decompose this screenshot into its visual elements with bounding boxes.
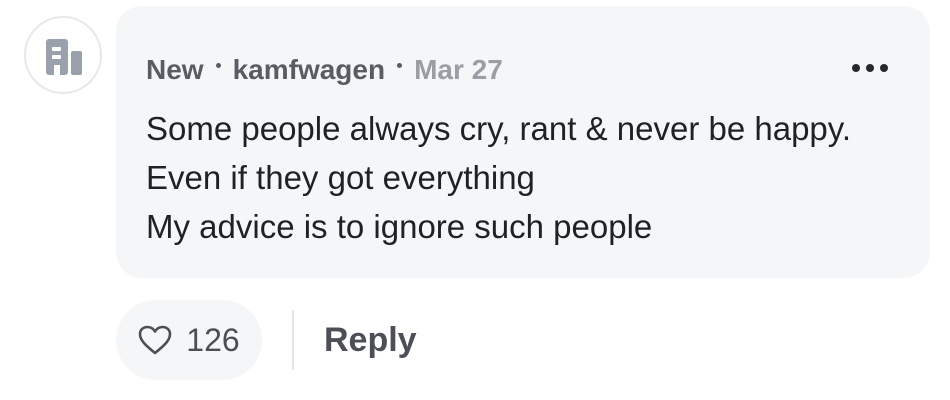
more-dot [852, 64, 860, 72]
comment-card: New kamfwagen Mar 27 Some people always … [0, 0, 950, 400]
comment-text: Some people always cry, rant & never be … [146, 104, 851, 251]
reply-button[interactable]: Reply [324, 321, 417, 360]
comment-line: My advice is to ignore such people [146, 208, 653, 245]
new-badge: New [146, 54, 204, 85]
comment-line: Even if they got everything [146, 159, 535, 196]
comment-line: Some people always cry, rant & never be … [146, 110, 851, 147]
comment-actions: 126 Reply [116, 300, 417, 380]
comment-meta: New kamfwagen Mar 27 [146, 54, 503, 86]
like-count: 126 [186, 321, 240, 358]
more-dot [866, 64, 874, 72]
avatar[interactable] [24, 16, 102, 94]
comment-date: Mar 27 [414, 54, 503, 85]
separator-dot [397, 62, 403, 68]
username-link[interactable]: kamfwagen [233, 54, 386, 86]
building-icon [46, 39, 82, 75]
comment-bubble: New kamfwagen Mar 27 Some people always … [116, 6, 930, 278]
separator-dot [215, 62, 221, 68]
divider [292, 310, 294, 370]
heart-icon [138, 325, 172, 355]
more-options-icon[interactable] [852, 62, 888, 74]
more-dot [880, 64, 888, 72]
like-button[interactable]: 126 [116, 300, 262, 380]
